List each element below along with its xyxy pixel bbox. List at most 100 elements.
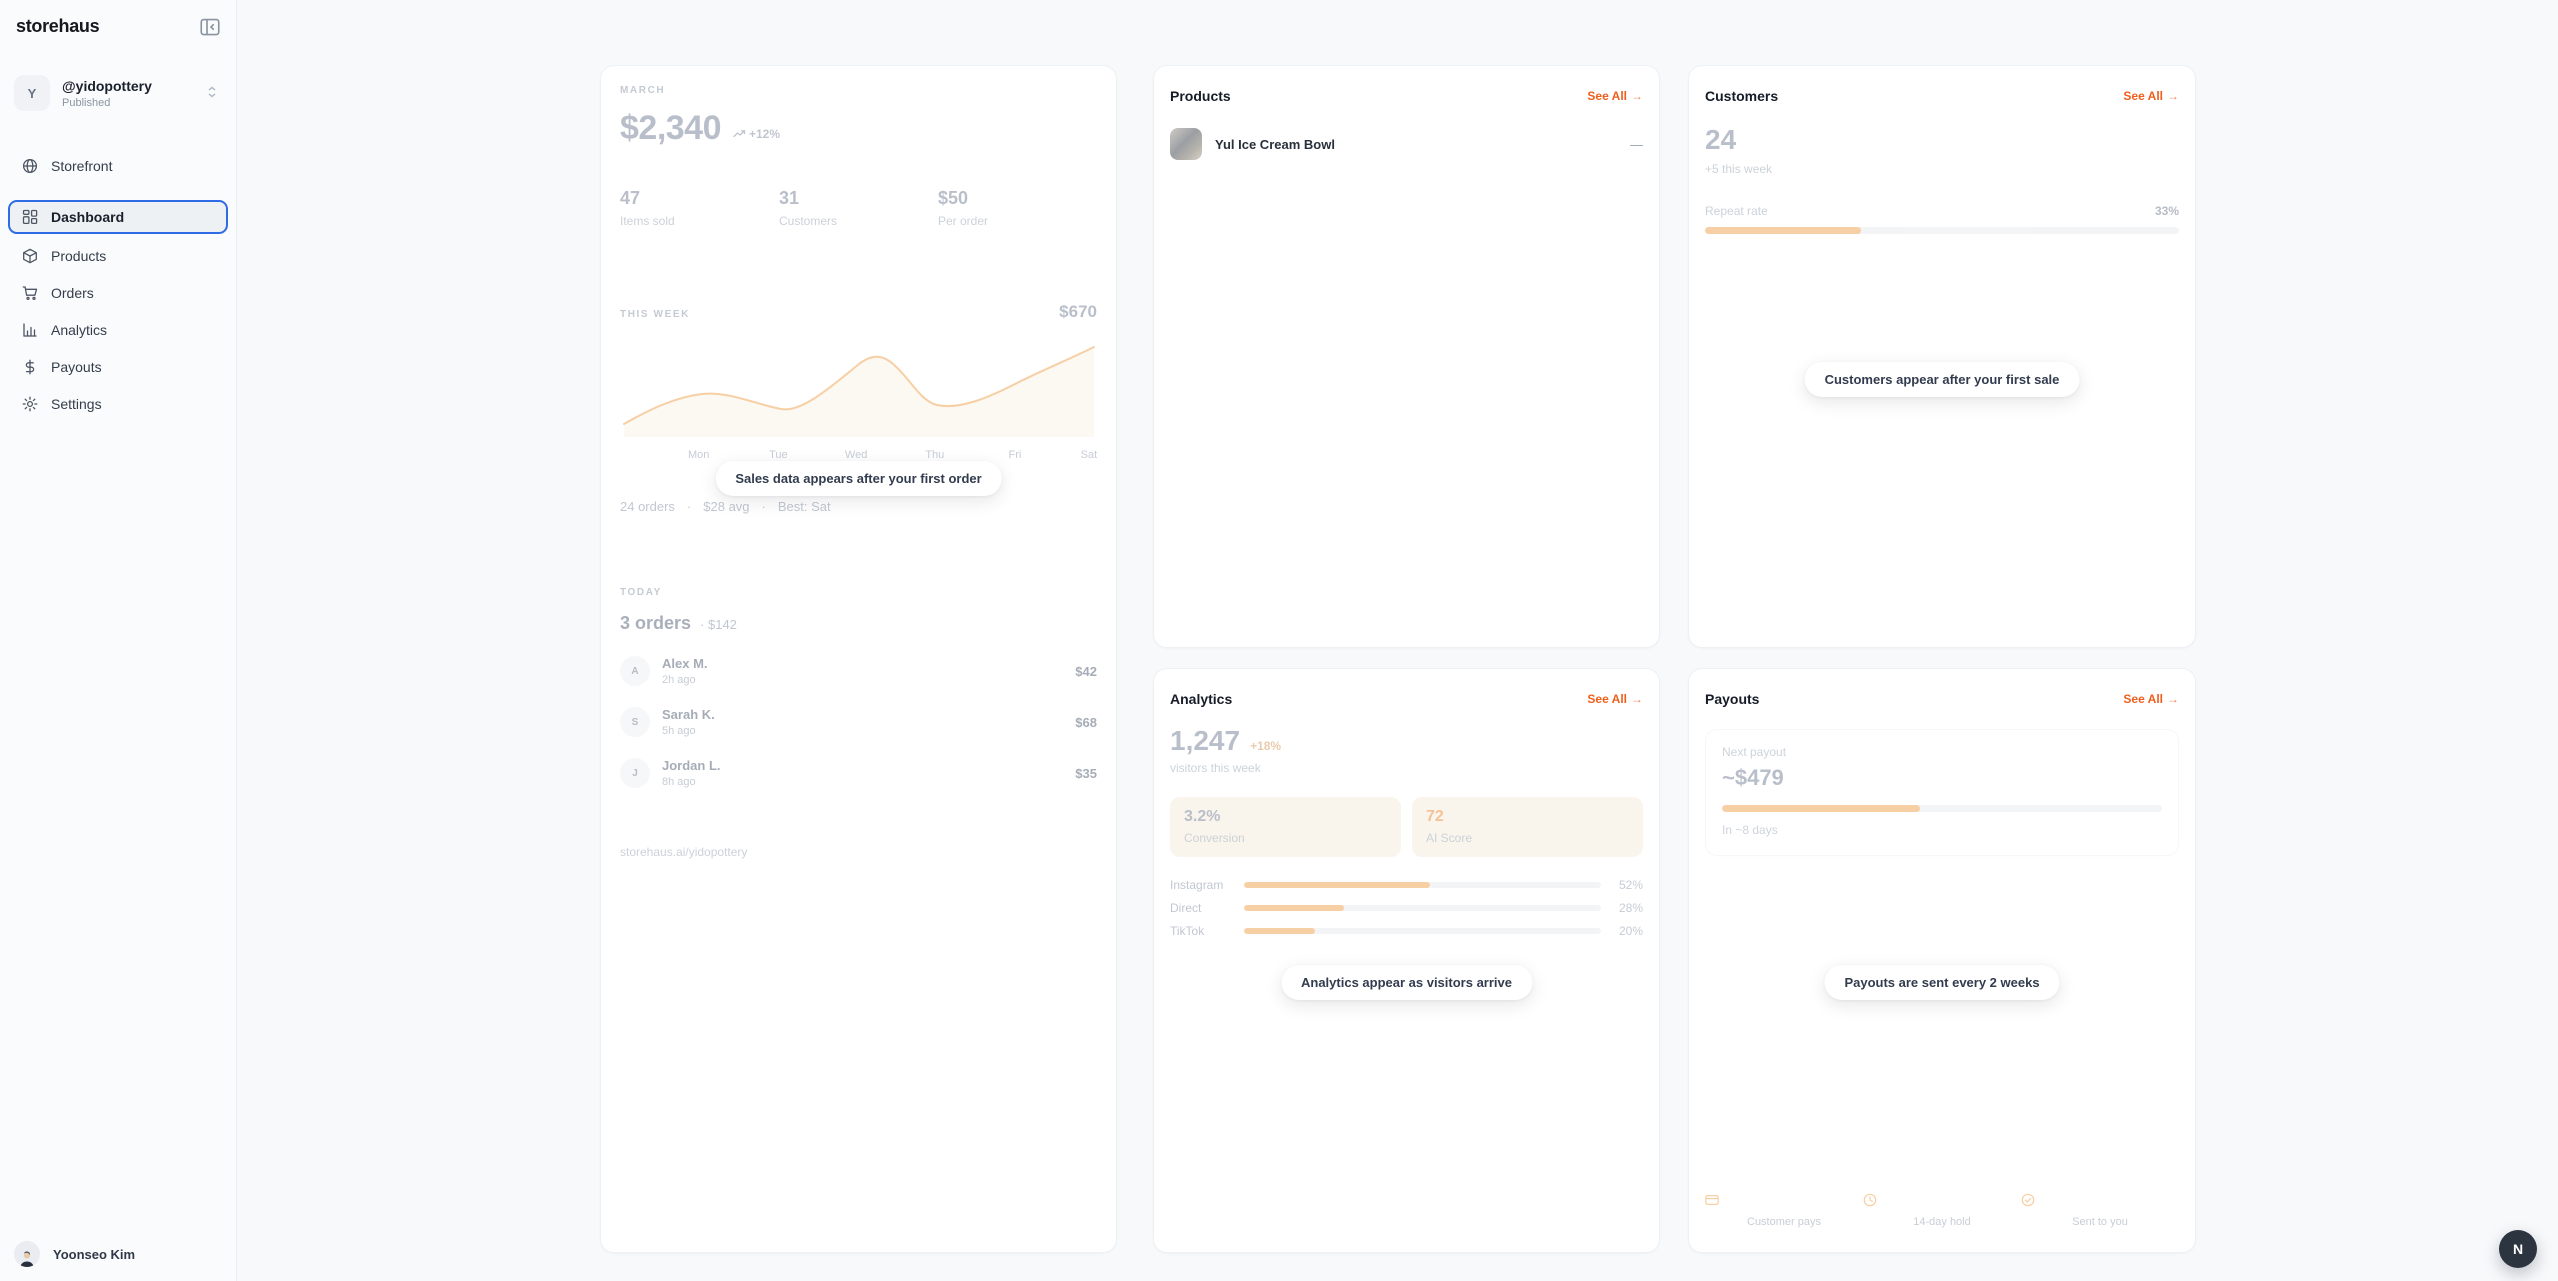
week-label: THIS WEEK xyxy=(620,309,690,320)
axis-tick: Sat xyxy=(1081,449,1098,461)
axis-tick: Thu xyxy=(925,449,944,461)
sidebar-item-label: Analytics xyxy=(51,322,107,338)
repeat-rate-value: 33% xyxy=(2155,204,2179,218)
payouts-see-all-link[interactable]: See All → xyxy=(2123,692,2179,706)
traffic-source-row: Instagram 52% xyxy=(1170,878,1643,892)
axis-tick: Tue xyxy=(769,449,788,461)
arrow-right-icon: → xyxy=(1631,89,1643,103)
products-see-all-link[interactable]: See All → xyxy=(1587,89,1643,103)
monthly-revenue: $2,340 xyxy=(620,109,721,148)
weekly-sales-chart: Mon Tue Wed Thu Fri Sat xyxy=(620,335,1097,462)
next-payout-label: Next payout xyxy=(1722,745,2162,759)
bar-chart-icon xyxy=(22,322,38,338)
payout-steps: Customer pays 14-day hold Sent to you xyxy=(1705,1193,2179,1228)
sidebar-item-settings[interactable]: Settings xyxy=(8,389,228,419)
check-circle-icon xyxy=(2021,1193,2179,1207)
payout-progress-bar xyxy=(1722,805,2162,812)
customer-avatar: J xyxy=(620,758,650,788)
order-row[interactable]: J Jordan L. 8h ago $35 xyxy=(620,757,1097,789)
sidebar-item-payouts[interactable]: Payouts xyxy=(8,352,228,382)
sidebar-item-analytics[interactable]: Analytics xyxy=(8,315,228,345)
payouts-card: Payouts See All → Next payout ~$479 In ~… xyxy=(1688,668,2196,1253)
card-title: Payouts xyxy=(1705,691,1759,707)
analytics-empty-tooltip: Analytics appear as visitors arrive xyxy=(1281,965,1532,1000)
next-payout-box: Next payout ~$479 In ~8 days xyxy=(1705,729,2179,856)
customer-delta: +5 this week xyxy=(1705,162,2179,176)
trending-up-icon xyxy=(733,129,746,139)
sidebar-item-label: Storefront xyxy=(51,158,112,174)
visitors-label: visitors this week xyxy=(1170,761,1643,775)
order-row[interactable]: A Alex M. 2h ago $42 xyxy=(620,655,1097,687)
next-payout-amount: ~$479 xyxy=(1722,765,2162,791)
cart-icon xyxy=(22,285,38,301)
customer-count: 24 xyxy=(1705,124,2179,156)
traffic-source-row: Direct 28% xyxy=(1170,901,1643,915)
store-url: storehaus.ai/yidopottery xyxy=(620,845,1097,859)
dashboard-grid-icon xyxy=(22,209,38,225)
stat-items-sold: 47 Items sold xyxy=(620,188,779,228)
axis-tick: Fri xyxy=(1009,449,1022,461)
stat-per-order: $50 Per order xyxy=(938,188,1097,228)
store-status: Published xyxy=(62,97,152,109)
dollar-icon xyxy=(22,359,38,375)
store-avatar: Y xyxy=(14,75,50,111)
arrow-right-icon: → xyxy=(2167,692,2179,706)
customers-empty-tooltip: Customers appear after your first sale xyxy=(1805,362,2080,397)
axis-tick: Mon xyxy=(688,449,709,461)
customers-see-all-link[interactable]: See All → xyxy=(2123,89,2179,103)
chevron-up-down-icon xyxy=(206,85,218,99)
panel-collapse-icon xyxy=(200,18,220,36)
user-name: Yoonseo Kim xyxy=(53,1247,135,1262)
account-switcher[interactable]: Y @yidopottery Published xyxy=(14,75,222,111)
customers-card: Customers See All → 24 +5 this week Repe… xyxy=(1688,65,2196,648)
repeat-rate-bar xyxy=(1705,227,2179,234)
products-card: Products See All → Yul Ice Cream Bowl — xyxy=(1153,65,1660,648)
sidebar-item-label: Products xyxy=(51,248,106,264)
stat-customers: 31 Customers xyxy=(779,188,938,228)
product-metric: — xyxy=(1630,137,1643,152)
sidebar-item-dashboard[interactable]: Dashboard xyxy=(8,200,228,234)
sidebar-item-storefront[interactable]: Storefront xyxy=(8,151,228,181)
analytics-card: Analytics See All → 1,247 +18% visitors … xyxy=(1153,668,1660,1253)
order-row[interactable]: S Sarah K. 5h ago $68 xyxy=(620,706,1097,738)
arrow-right-icon: → xyxy=(1631,692,1643,706)
sales-empty-tooltip: Sales data appears after your first orde… xyxy=(715,461,1001,496)
user-avatar xyxy=(14,1241,40,1267)
conversion-stat: 3.2% Conversion xyxy=(1170,797,1401,857)
sidebar-item-label: Dashboard xyxy=(51,209,124,225)
product-name: Yul Ice Cream Bowl xyxy=(1215,137,1335,152)
step-hold: 14-day hold xyxy=(1863,1193,2021,1228)
analytics-see-all-link[interactable]: See All → xyxy=(1587,692,1643,706)
week-total: $670 xyxy=(1059,302,1097,322)
payout-eta: In ~8 days xyxy=(1722,823,2162,837)
sidebar-collapse-button[interactable] xyxy=(200,18,220,36)
revenue-trend: +12% xyxy=(749,127,780,141)
customer-avatar: A xyxy=(620,656,650,686)
sidebar: storehaus Y @yidopottery Published xyxy=(0,0,237,1281)
repeat-rate-label: Repeat rate xyxy=(1705,204,1768,218)
axis-tick: Wed xyxy=(845,449,867,461)
overview-card: MARCH $2,340 +12% 47 Items sold 31 Custo… xyxy=(600,65,1117,1253)
store-handle: @yidopottery xyxy=(62,78,152,94)
ai-score-stat: 72 AI Score xyxy=(1412,797,1643,857)
step-customer-pays: Customer pays xyxy=(1705,1193,1863,1228)
sidebar-item-orders[interactable]: Orders xyxy=(8,278,228,308)
sidebar-item-products[interactable]: Products xyxy=(8,241,228,271)
card-title: Analytics xyxy=(1170,691,1232,707)
card-title: Customers xyxy=(1705,88,1778,104)
clock-icon xyxy=(1863,1193,2021,1207)
assistant-floating-button[interactable]: N xyxy=(2499,1230,2537,1268)
product-row[interactable]: Yul Ice Cream Bowl — xyxy=(1170,128,1643,160)
gear-icon xyxy=(22,396,38,412)
sidebar-item-label: Settings xyxy=(51,396,102,412)
product-thumbnail xyxy=(1170,128,1202,160)
app-logo: storehaus xyxy=(16,16,99,37)
package-icon xyxy=(22,248,38,264)
user-menu[interactable]: Yoonseo Kim xyxy=(14,1241,135,1267)
period-label: MARCH xyxy=(620,85,1097,96)
today-total: · $142 xyxy=(700,617,737,632)
customer-avatar: S xyxy=(620,707,650,737)
traffic-source-row: TikTok 20% xyxy=(1170,924,1643,938)
today-order-count: 3 orders xyxy=(620,613,691,634)
visitors-count: 1,247 xyxy=(1170,725,1240,757)
